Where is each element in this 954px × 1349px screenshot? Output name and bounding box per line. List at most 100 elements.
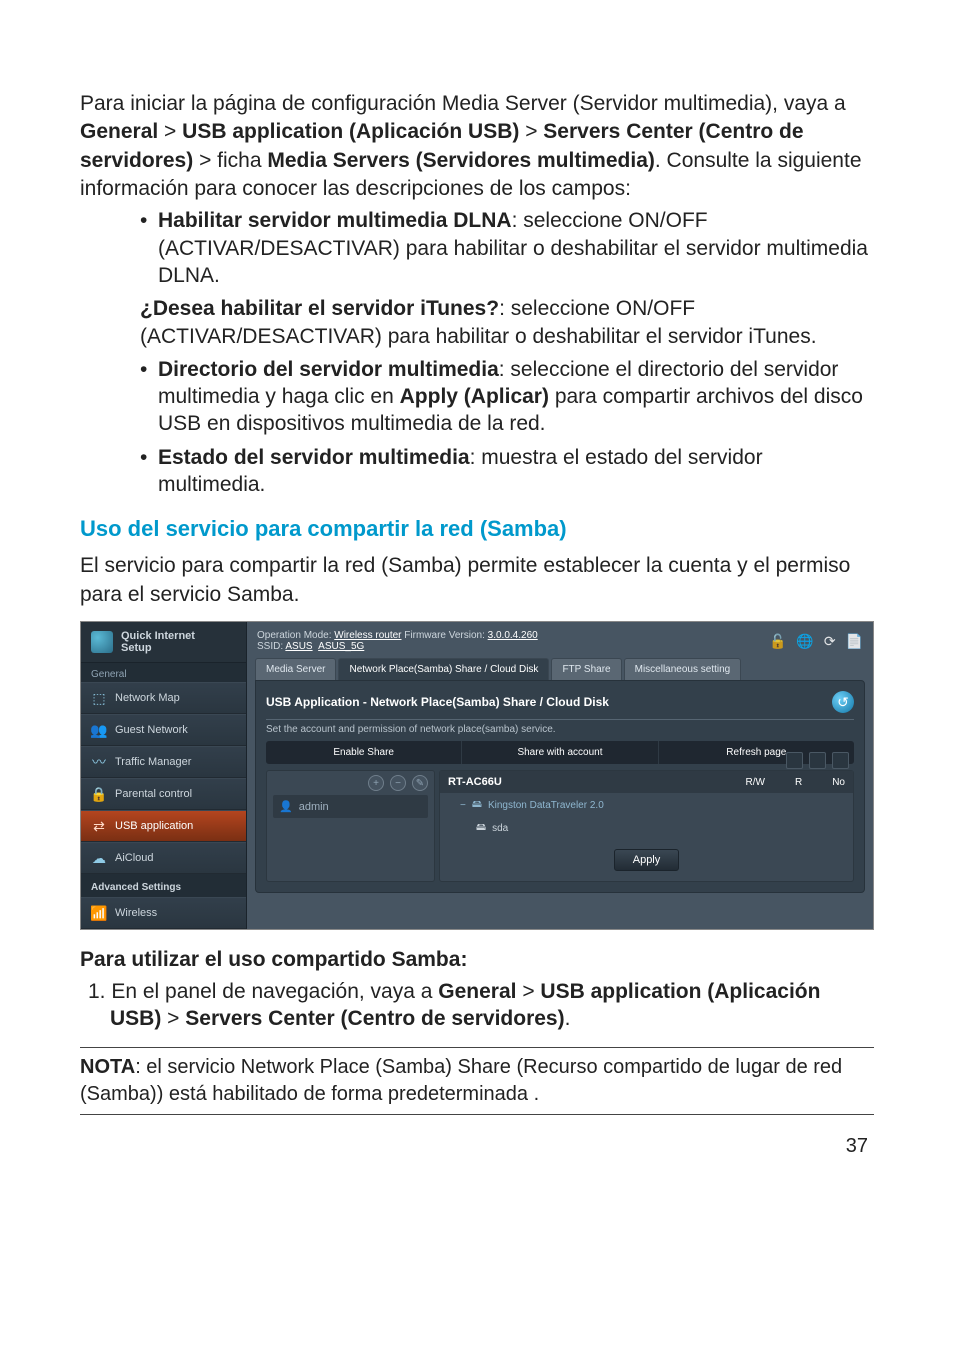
fw-link[interactable]: 3.0.0.4.260 xyxy=(488,630,538,641)
sidebar-item-label: AiCloud xyxy=(115,852,154,864)
sidebar-item-network-map[interactable]: ⬚ Network Map xyxy=(81,682,246,714)
language-icon[interactable]: 🌐 xyxy=(796,633,813,650)
enable-share-button[interactable]: Enable Share xyxy=(266,741,462,764)
minus-icon: − xyxy=(460,800,466,811)
tab-ftp[interactable]: FTP Share xyxy=(551,658,621,680)
sidebar-item-parental-control[interactable]: 🔒 Parental control xyxy=(81,778,246,810)
panel-title: USB Application - Network Place(Samba) S… xyxy=(266,695,609,709)
list-item-status: Estado del servidor multimedia: muestra … xyxy=(140,444,874,499)
ssid-link-1[interactable]: ASUS xyxy=(285,641,312,652)
perm-no-header: No xyxy=(832,777,845,788)
remove-account-button[interactable]: − xyxy=(390,775,406,791)
page-number: 37 xyxy=(80,1135,874,1158)
step1-gt1: > xyxy=(516,980,540,1003)
samba-paragraph: El servicio para compartir la red (Samba… xyxy=(80,552,874,609)
reboot-icon[interactable]: ⟳ xyxy=(824,633,836,650)
drive-label: Kingston DataTraveler 2.0 xyxy=(488,800,604,811)
step1-post: . xyxy=(565,1007,571,1030)
sidebar-item-wireless[interactable]: 📶 Wireless xyxy=(81,897,246,929)
back-icon[interactable]: ↺ xyxy=(832,691,854,713)
drive-row[interactable]: − 🖴 Kingston DataTraveler 2.0 xyxy=(440,793,853,816)
lock-icon: 🔒 xyxy=(91,786,107,802)
router-sidebar: Quick Internet Setup General ⬚ Network M… xyxy=(81,622,247,929)
router-panel: USB Application - Network Place(Samba) S… xyxy=(255,680,865,893)
tool-icon-3[interactable] xyxy=(832,752,849,769)
intro-text: Para iniciar la página de configuración … xyxy=(80,92,846,115)
op-mode-label: Operation Mode: xyxy=(257,630,334,641)
tab-samba[interactable]: Network Place(Samba) Share / Cloud Disk xyxy=(338,658,549,680)
intro-gt3: > ficha xyxy=(193,149,267,172)
tool-icon-1[interactable] xyxy=(786,752,803,769)
sidebar-item-label: Guest Network xyxy=(115,724,188,736)
tab-media-server[interactable]: Media Server xyxy=(255,658,336,680)
devices-column: RT-AC66U R/W R No − 🖴 Kingston Da xyxy=(439,770,854,882)
itunes-label: ¿Desea habilitar el servidor iTunes? xyxy=(140,297,499,320)
account-name: admin xyxy=(299,801,329,813)
sidebar-item-label: USB application xyxy=(115,820,193,832)
drive-icon: 🖴 xyxy=(472,797,482,814)
edit-account-button[interactable]: ✎ xyxy=(412,775,428,791)
network-map-icon: ⬚ xyxy=(91,690,107,706)
sidebar-item-traffic-manager[interactable]: 〰 Traffic Manager xyxy=(81,746,246,778)
intro-gt2: > xyxy=(519,120,543,143)
panel-action-bar: Enable Share Share with account Refresh … xyxy=(266,741,854,764)
router-tabs: Media Server Network Place(Samba) Share … xyxy=(255,658,865,680)
apply-button[interactable]: Apply xyxy=(614,849,680,871)
samba-subheading: Para utilizar el uso compartido Samba: xyxy=(80,948,874,972)
router-screenshot: Quick Internet Setup General ⬚ Network M… xyxy=(80,621,874,930)
qis-line1: Quick Internet xyxy=(121,630,195,642)
intro-paragraph: Para iniciar la página de configuración … xyxy=(80,90,874,203)
account-row[interactable]: 👤 admin xyxy=(273,795,428,818)
add-account-button[interactable]: + xyxy=(368,775,384,791)
logout-icon[interactable]: 🔓 xyxy=(769,633,786,650)
help-icon[interactable]: 📄 xyxy=(846,633,863,650)
sidebar-item-qis[interactable]: Quick Internet Setup xyxy=(81,622,246,663)
list-item-itunes: ¿Desea habilitar el servidor iTunes?: se… xyxy=(140,295,874,350)
tab-misc[interactable]: Miscellaneous setting xyxy=(624,658,742,680)
router-info-row: Operation Mode: Wireless router Firmware… xyxy=(255,626,865,654)
note-box: NOTA: el servicio Network Place (Samba) … xyxy=(80,1047,874,1115)
partition-label: sda xyxy=(492,823,508,834)
ssid-link-2[interactable]: ASUS_5G xyxy=(318,641,364,652)
step-1: 1. En el panel de navegación, vaya a Gen… xyxy=(80,978,874,1033)
directory-apply: Apply (Aplicar) xyxy=(400,385,549,408)
op-mode-link[interactable]: Wireless router xyxy=(334,630,401,641)
accounts-column: + − ✎ 👤 admin xyxy=(266,770,435,882)
sidebar-item-guest-network[interactable]: 👥 Guest Network xyxy=(81,714,246,746)
fw-label: Firmware Version: xyxy=(402,630,488,641)
cloud-icon: ☁ xyxy=(91,850,107,866)
sidebar-item-label: Traffic Manager xyxy=(115,756,191,768)
ssid-label: SSID: xyxy=(257,641,285,652)
device-name: RT-AC66U xyxy=(448,776,502,788)
list-item-dlna: Habilitar servidor multimedia DLNA: sele… xyxy=(140,207,874,289)
sidebar-section-general: General xyxy=(81,663,246,682)
dlna-label: Habilitar servidor multimedia DLNA xyxy=(158,209,512,232)
step1-general: General xyxy=(438,980,516,1003)
usb-icon: ⇄ xyxy=(91,818,107,834)
sidebar-item-aicloud[interactable]: ☁ AiCloud xyxy=(81,842,246,874)
status-label: Estado del servidor multimedia xyxy=(158,446,470,469)
guest-network-icon: 👥 xyxy=(91,722,107,738)
share-with-account-button[interactable]: Share with account xyxy=(462,741,658,764)
note-text: : el servicio Network Place (Samba) Shar… xyxy=(80,1056,842,1105)
wireless-icon: 📶 xyxy=(91,905,107,921)
note-label: NOTA xyxy=(80,1056,135,1078)
traffic-manager-icon: 〰 xyxy=(91,754,107,770)
router-main: Operation Mode: Wireless router Firmware… xyxy=(247,622,873,929)
sidebar-item-label: Wireless xyxy=(115,907,157,919)
perm-rw-header: R/W xyxy=(746,777,765,788)
sidebar-section-advanced: Advanced Settings xyxy=(81,874,246,897)
intro-usb-app: USB application (Aplicación USB) xyxy=(182,120,519,143)
intro-gt1: > xyxy=(158,120,182,143)
sidebar-item-label: Network Map xyxy=(115,692,180,704)
sidebar-item-usb-application[interactable]: ⇄ USB application xyxy=(81,810,246,842)
tool-icon-2[interactable] xyxy=(809,752,826,769)
user-icon: 👤 xyxy=(279,800,293,813)
list-item-directory: Directorio del servidor multimedia: sele… xyxy=(140,356,874,438)
step1-pre: 1. En el panel de navegación, vaya a xyxy=(88,980,438,1003)
qis-line2: Setup xyxy=(121,642,195,654)
intro-general: General xyxy=(80,120,158,143)
partition-row[interactable]: 🖴 sda xyxy=(440,816,853,839)
step1-gt2: > xyxy=(161,1007,185,1030)
directory-label: Directorio del servidor multimedia xyxy=(158,358,499,381)
